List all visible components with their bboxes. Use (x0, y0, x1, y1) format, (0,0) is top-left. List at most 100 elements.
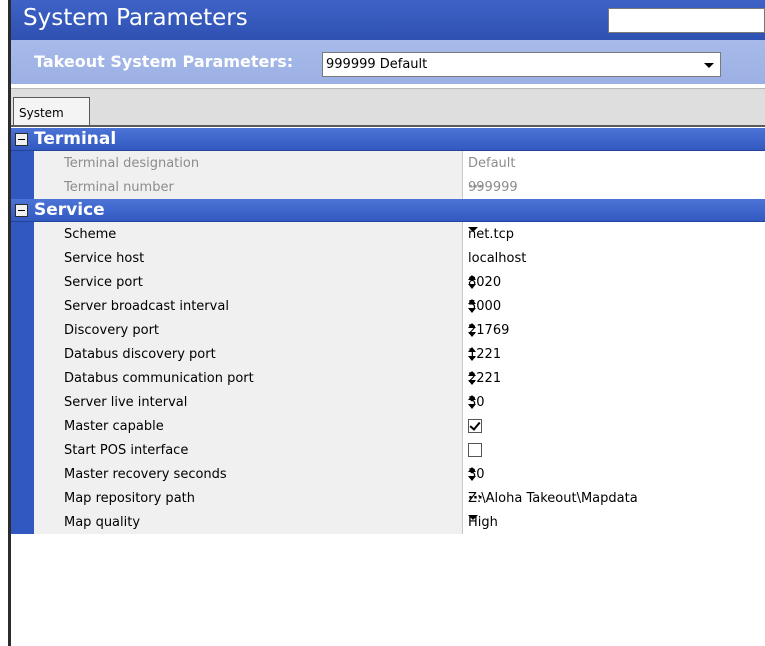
property-name: Service port (34, 270, 463, 294)
property-value[interactable]: 2221 (463, 366, 765, 390)
row-gutter (11, 294, 34, 318)
spin-arrows-icon[interactable] (468, 323, 476, 339)
row-gutter (11, 342, 34, 366)
checkbox-icon[interactable] (468, 419, 482, 433)
property-value[interactable]: 8020 (463, 270, 765, 294)
property-name: Master recovery seconds (34, 462, 463, 486)
property-row[interactable]: Master capable (11, 414, 765, 438)
property-name-text: Scheme (64, 227, 117, 242)
row-gutter (11, 438, 34, 462)
property-name-text: Start POS interface (64, 443, 189, 458)
property-name-text: Server broadcast interval (64, 299, 229, 314)
title-bar: System Parameters (11, 0, 765, 40)
property-name-text: Map repository path (64, 491, 195, 506)
checkbox-icon[interactable] (468, 443, 482, 457)
property-row[interactable]: Scheme net.tcp (11, 222, 765, 246)
category-terminal[interactable]: Terminal (11, 128, 765, 151)
property-name: Databus communication port (34, 366, 463, 390)
property-name: Databus discovery port (34, 342, 463, 366)
row-gutter (11, 270, 34, 294)
property-value[interactable]: 5000 (463, 294, 765, 318)
dropdown-value: 999999 Default (326, 57, 428, 72)
property-name: Server live interval (34, 390, 463, 414)
property-value[interactable]: 999999 ··· (463, 175, 765, 199)
property-name: Map quality (34, 510, 463, 534)
tab-system[interactable]: System (13, 97, 90, 126)
row-gutter (11, 151, 34, 175)
system-parameters-window: System Parameters Takeout System Paramet… (0, 0, 765, 646)
property-name: Service host (34, 246, 463, 270)
property-value[interactable]: Default (463, 151, 765, 175)
property-value[interactable]: net.tcp (463, 222, 765, 246)
property-name: Start POS interface (34, 438, 463, 462)
spin-arrows-icon[interactable] (468, 275, 476, 291)
ellipsis-icon[interactable]: ··· (468, 180, 763, 195)
tab-label: System (19, 106, 64, 120)
property-value (463, 438, 765, 462)
property-value[interactable]: 21769 (463, 318, 765, 342)
ellipsis-icon[interactable]: ··· (468, 491, 763, 506)
property-value[interactable]: Z:\Aloha Takeout\Mapdata ··· (463, 486, 765, 510)
row-gutter (11, 246, 34, 270)
property-name-text: Master capable (64, 419, 164, 434)
property-name: Discovery port (34, 318, 463, 342)
property-row[interactable]: Service port 8020 (11, 270, 765, 294)
property-row[interactable]: Master recovery seconds 30 (11, 462, 765, 486)
property-value[interactable]: 1221 (463, 342, 765, 366)
property-row[interactable]: Terminal number 999999 ··· (11, 175, 765, 199)
property-name: Map repository path (34, 486, 463, 510)
property-row[interactable]: Server live interval 30 (11, 390, 765, 414)
row-gutter (11, 390, 34, 414)
property-name-text: Terminal number (64, 180, 174, 195)
minus-toggle-icon[interactable] (15, 204, 28, 217)
property-row[interactable]: Terminal designation Default (11, 151, 765, 175)
category-label: Service (34, 200, 105, 220)
spin-arrows-icon[interactable] (468, 299, 476, 315)
property-name-text: Discovery port (64, 323, 160, 338)
property-value[interactable]: High (463, 510, 765, 534)
property-value[interactable]: localhost (463, 246, 765, 270)
property-name-text: Map quality (64, 515, 141, 530)
property-name: Scheme (34, 222, 463, 246)
row-gutter (11, 318, 34, 342)
property-row[interactable]: Discovery port 21769 (11, 318, 765, 342)
property-name-text: Databus discovery port (64, 347, 216, 362)
property-row[interactable]: Server broadcast interval 5000 (11, 294, 765, 318)
property-name-text: Service host (64, 251, 145, 266)
row-gutter (11, 414, 34, 438)
row-gutter (11, 486, 34, 510)
spin-arrows-icon[interactable] (468, 395, 476, 411)
property-row[interactable]: Service host localhost (11, 246, 765, 270)
minus-toggle-icon[interactable] (15, 133, 28, 146)
spin-arrows-icon[interactable] (468, 467, 476, 483)
property-name-text: Terminal designation (64, 156, 200, 171)
property-name: Server broadcast interval (34, 294, 463, 318)
property-row[interactable]: Databus discovery port 1221 (11, 342, 765, 366)
header: System Parameters Takeout System Paramet… (11, 0, 765, 84)
spin-arrows-icon[interactable] (468, 371, 476, 387)
property-grid: Terminal Terminal designation Default Termi… (11, 128, 765, 534)
chevron-down-icon[interactable] (468, 515, 478, 520)
title-search-input[interactable] (608, 8, 765, 33)
row-gutter (11, 462, 34, 486)
property-value-text: Default (468, 156, 516, 171)
property-row[interactable]: Databus communication port 2221 (11, 366, 765, 390)
system-parameters-dropdown[interactable]: 999999 Default (322, 52, 721, 77)
property-name-text: Databus communication port (64, 371, 254, 386)
chevron-down-icon[interactable] (704, 63, 714, 68)
chevron-down-icon[interactable] (468, 227, 478, 232)
property-row[interactable]: Start POS interface (11, 438, 765, 462)
property-row[interactable]: Map quality High (11, 510, 765, 534)
row-gutter (11, 510, 34, 534)
property-value[interactable]: 30 (463, 462, 765, 486)
tab-strip: System (11, 88, 765, 127)
property-value[interactable]: 30 (463, 390, 765, 414)
category-service[interactable]: Service (11, 199, 765, 222)
property-name-text: Service port (64, 275, 143, 290)
selector-label: Takeout System Parameters: (34, 52, 294, 71)
property-name: Terminal number (34, 175, 463, 199)
spin-arrows-icon[interactable] (468, 347, 476, 363)
row-gutter (11, 366, 34, 390)
page-title: System Parameters (23, 5, 248, 31)
property-row[interactable]: Map repository path Z:\Aloha Takeout\Mapd… (11, 486, 765, 510)
